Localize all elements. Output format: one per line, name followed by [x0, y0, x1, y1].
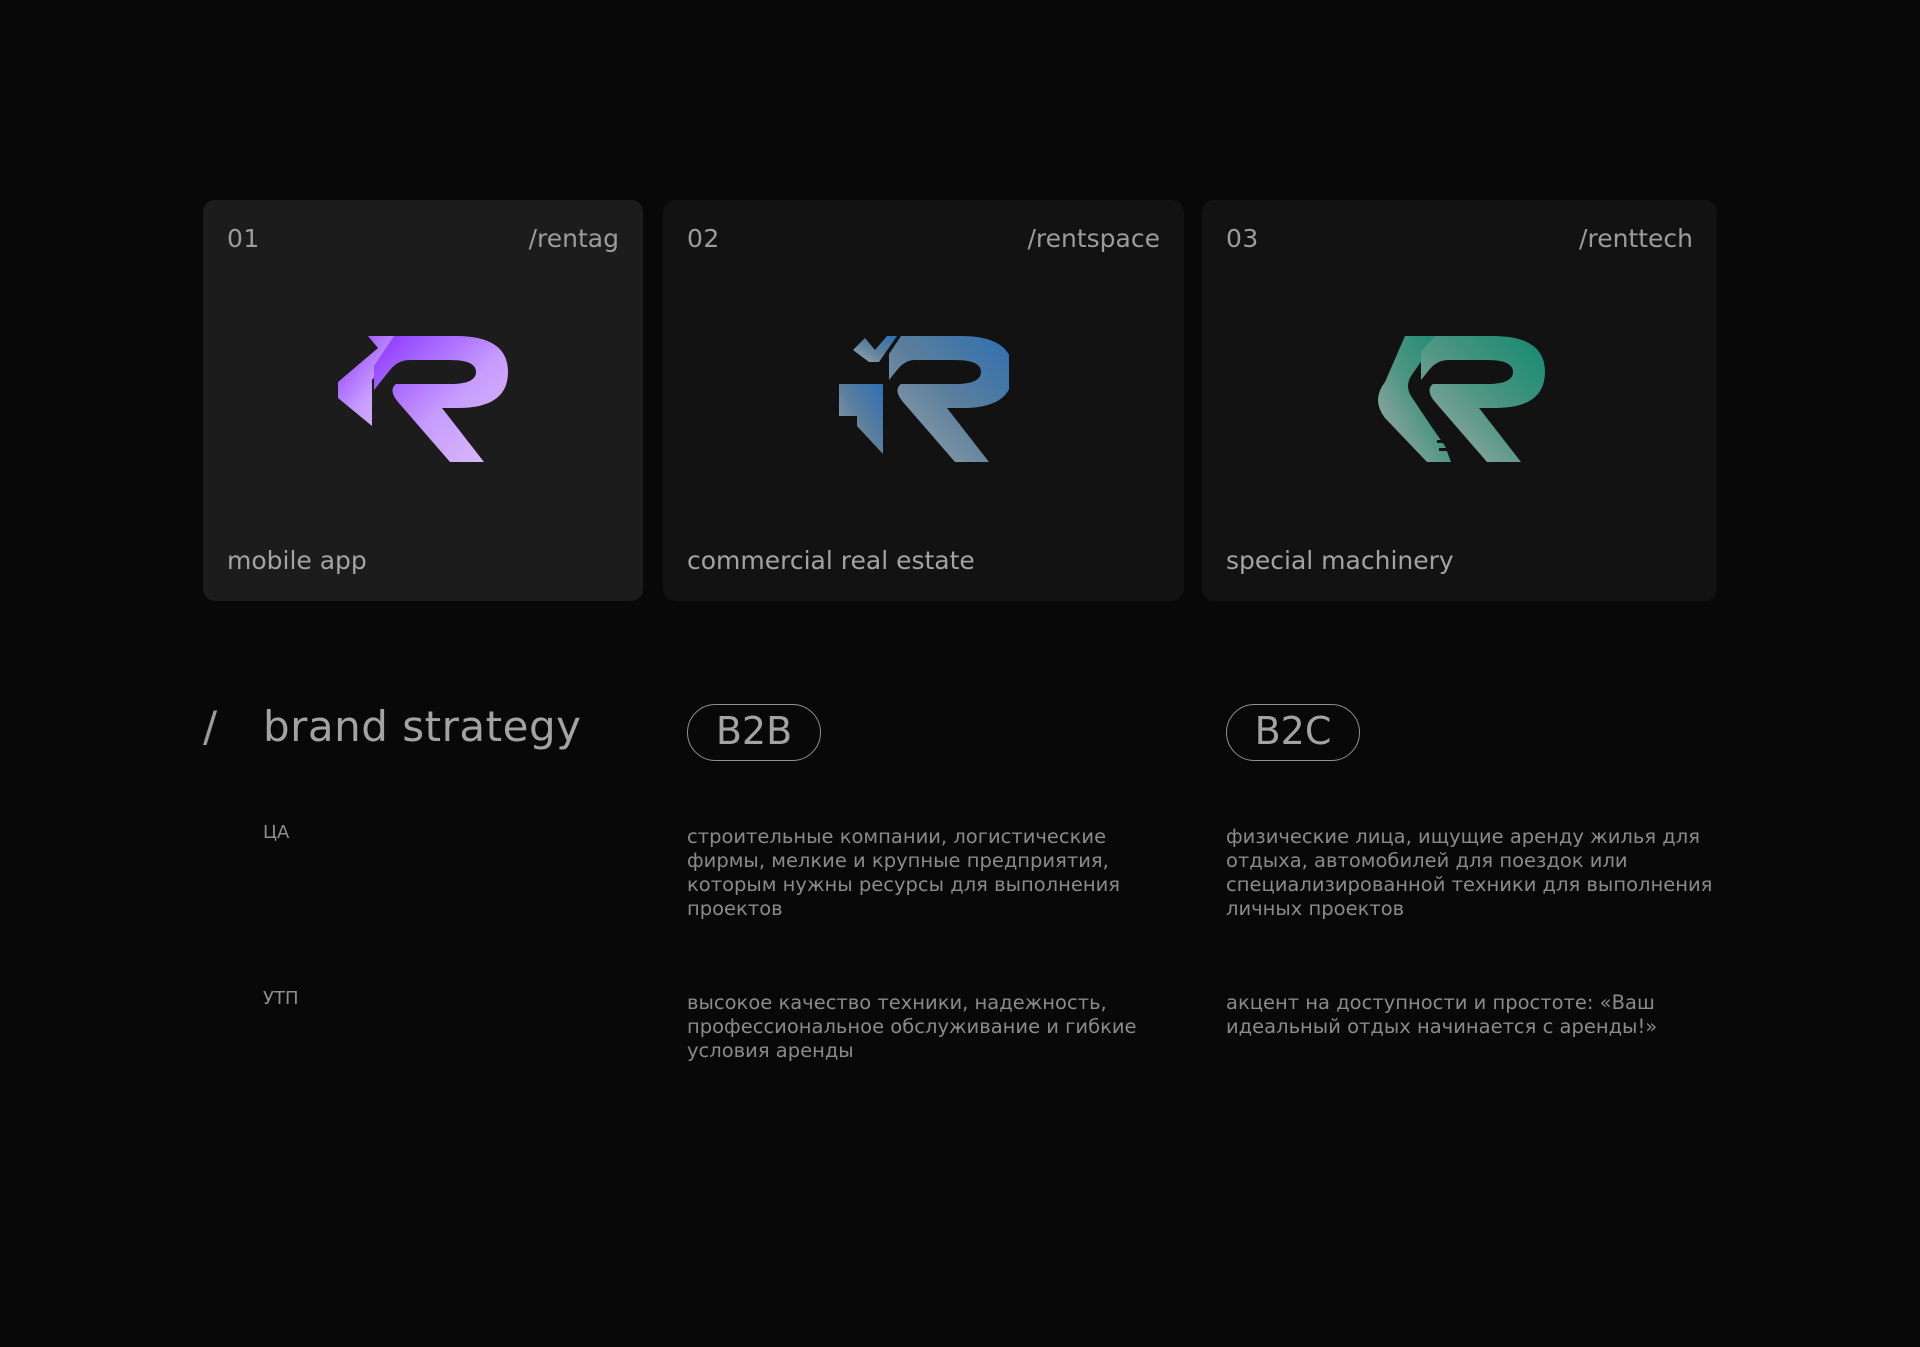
segment-pill-b2b: B2B: [687, 704, 821, 761]
segment-pill-b2c: B2C: [1226, 704, 1360, 761]
card-slug: /rentspace: [1027, 224, 1160, 253]
card-renttech[interactable]: 03 /renttech special machinery: [1202, 200, 1717, 601]
section-slash: /: [203, 702, 218, 751]
rentspace-logo-icon: [839, 336, 1009, 462]
card-caption: special machinery: [1226, 546, 1454, 575]
rentag-logo-icon: [338, 336, 508, 462]
card-number: 02: [687, 224, 720, 253]
card-caption: commercial real estate: [687, 546, 975, 575]
card-rentag[interactable]: 01 /rentag mobile app: [203, 200, 643, 601]
section-title: brand strategy: [263, 702, 582, 751]
utp-b2c-text: акцент на доступности и простоте: «Ваш и…: [1226, 991, 1658, 1038]
card-slug: /rentag: [528, 224, 619, 253]
ca-b2b-text: строительные компании, логистические фир…: [687, 825, 1121, 920]
card-rentspace[interactable]: 02 /rentspace commercial real estate: [663, 200, 1184, 601]
card-slug: /renttech: [1579, 224, 1693, 253]
brand-cards: 01 /rentag mobile app 02 /rentspace comm…: [203, 200, 1717, 601]
row-label-utp: УТП: [263, 988, 299, 1009]
renttech-logo-icon: [1378, 336, 1545, 462]
ca-b2c-text: физические лица, ищущие аренду жилья для…: [1226, 825, 1713, 920]
card-caption: mobile app: [227, 546, 367, 575]
row-label-ca: ЦА: [263, 822, 290, 843]
card-number: 03: [1226, 224, 1259, 253]
utp-b2b-text: высокое качество техники, надежность, пр…: [687, 991, 1137, 1062]
card-number: 01: [227, 224, 260, 253]
